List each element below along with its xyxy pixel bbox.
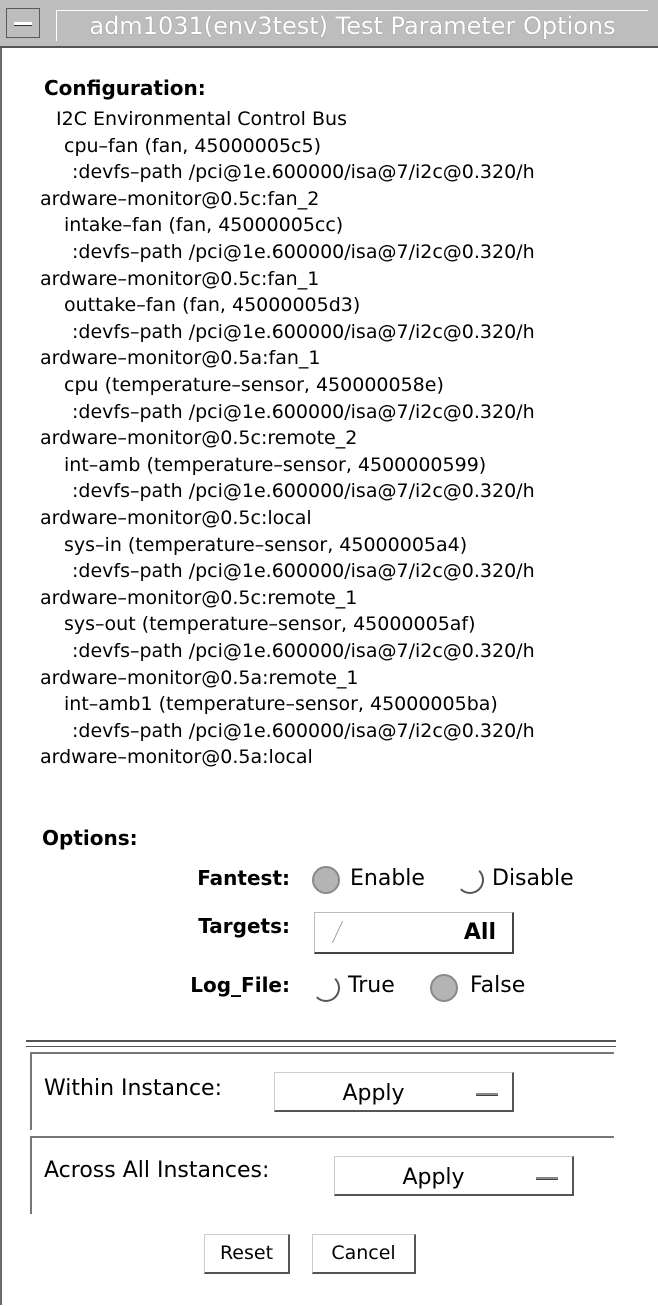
minus-icon: [14, 22, 32, 26]
title-bar[interactable]: adm1031(env3test) Test Parameter Options: [0, 0, 658, 48]
window-title: adm1031(env3test) Test Parameter Options: [56, 10, 648, 41]
fantest-disable-radio[interactable]: [456, 866, 484, 894]
window-menu-button[interactable]: [6, 8, 40, 38]
configuration-line: int–amb1 (temperature–sensor, 45000005ba…: [64, 693, 498, 716]
configuration-line: :devfs–path /pci@1e.600000/isa@7/i2c@0.3…: [72, 161, 535, 184]
log-file-false-label[interactable]: False: [470, 973, 525, 998]
options-heading: Options:: [42, 826, 138, 850]
across-instances-label: Across All Instances:: [44, 1158, 270, 1183]
separator: [26, 1040, 616, 1047]
targets-button[interactable]: All: [314, 912, 514, 954]
configuration-line: :devfs–path /pci@1e.600000/isa@7/i2c@0.3…: [72, 640, 535, 662]
across-instances-menu[interactable]: Apply: [334, 1156, 574, 1196]
log-file-label: Log_File:: [190, 973, 290, 997]
log-file-true-label[interactable]: True: [348, 973, 395, 998]
configuration-line: ardware–monitor@0.5c:remote_2: [40, 427, 358, 450]
configuration-line: cpu–fan (fan, 45000005c5): [64, 134, 321, 157]
configuration-line: :devfs–path /pci@1e.600000/isa@7/i2c@0.3…: [72, 719, 535, 742]
configuration-line: ardware–monitor@0.5a:fan_1: [40, 347, 321, 370]
configuration-line: int–amb (temperature–sensor, 4500000599): [64, 453, 487, 476]
fantest-disable-label[interactable]: Disable: [492, 866, 574, 891]
reset-button[interactable]: Reset: [204, 1234, 290, 1274]
targets-value: All: [463, 920, 496, 945]
cancel-button[interactable]: Cancel: [312, 1234, 416, 1274]
targets-label: Targets:: [198, 914, 290, 938]
within-instance-menu[interactable]: Apply: [274, 1072, 514, 1112]
configuration-line: :devfs–path /pci@1e.600000/isa@7/i2c@0.3…: [72, 480, 535, 503]
within-instance-label: Within Instance:: [44, 1076, 222, 1101]
configuration-line: I2C Environmental Control Bus: [56, 108, 347, 130]
configuration-line: :devfs–path /pci@1e.600000/isa@7/i2c@0.3…: [72, 560, 535, 583]
across-instances-value: Apply: [402, 1165, 465, 1190]
configuration-line: sys–in (temperature–sensor, 45000005a4): [64, 533, 468, 556]
menu-indicator-icon: [476, 1093, 498, 1096]
configuration-line: intake–fan (fan, 45000005cc): [64, 214, 344, 237]
fantest-enable-radio[interactable]: [312, 866, 340, 894]
log-file-true-radio[interactable]: [312, 974, 340, 1002]
menu-indicator-icon: [536, 1177, 558, 1180]
configuration-line: cpu (temperature–sensor, 450000058e): [64, 374, 444, 396]
configuration-line: ardware–monitor@0.5c:remote_1: [40, 586, 358, 609]
configuration-line: sys–out (temperature–sensor, 45000005af): [64, 613, 476, 636]
fantest-label: Fantest:: [197, 866, 290, 890]
within-instance-value: Apply: [342, 1081, 405, 1106]
configuration-line: ardware–monitor@0.5a:remote_1: [40, 666, 359, 689]
configuration-line: outtake–fan (fan, 45000005d3): [64, 294, 361, 317]
configuration-line: :devfs–path /pci@1e.600000/isa@7/i2c@0.3…: [72, 241, 535, 263]
configuration-line: ardware–monitor@0.5a:local: [40, 746, 313, 769]
slash-icon: [331, 921, 344, 943]
configuration-heading: Configuration:: [44, 76, 206, 100]
configuration-line: :devfs–path /pci@1e.600000/isa@7/i2c@0.3…: [72, 400, 535, 423]
fantest-enable-label[interactable]: Enable: [350, 866, 425, 891]
configuration-line: ardware–monitor@0.5c:fan_2: [40, 187, 320, 210]
configuration-line: ardware–monitor@0.5c:local: [40, 507, 312, 529]
configuration-line: ardware–monitor@0.5c:fan_1: [40, 267, 320, 290]
configuration-line: :devfs–path /pci@1e.600000/isa@7/i2c@0.3…: [72, 320, 535, 343]
log-file-false-radio[interactable]: [430, 974, 458, 1002]
